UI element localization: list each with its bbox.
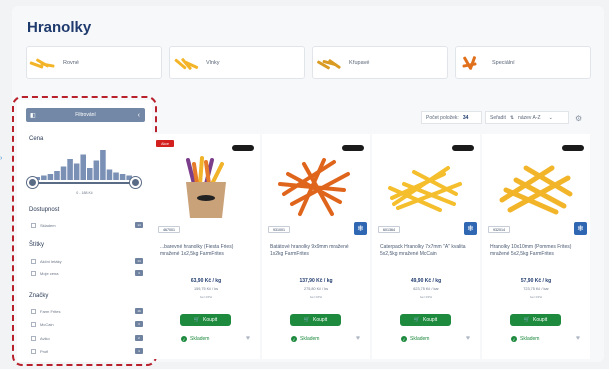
item-count-value: 34 <box>462 114 469 121</box>
product-image[interactable] <box>164 154 248 220</box>
crispy-fries-icon <box>316 56 342 70</box>
sort-label: Seřadit <box>490 114 506 121</box>
product-price: 57,90 Kč / kg <box>520 278 552 284</box>
category-straight[interactable]: Rovné <box>26 46 162 79</box>
product-card[interactable]: Akce 467001 ...barevné hranolky (Fiesta … <box>152 134 260 359</box>
buy-label: Koupit <box>533 317 548 323</box>
brand-logo <box>452 145 474 151</box>
page-title: Hranolky <box>27 19 92 36</box>
product-card[interactable]: 932014 ❄ Hranolky 10x10mm (Pommes Frites… <box>482 134 590 359</box>
sale-badge: Akce <box>156 140 174 147</box>
product-unit-price: 623,75 Kč / kar <box>413 287 439 291</box>
heart-icon[interactable]: ♥ <box>356 335 360 342</box>
product-price: 137,90 Kč / kg <box>299 278 333 284</box>
product-unit-price: 275,80 Kč / ks <box>303 287 329 291</box>
special-fries-icon <box>462 55 482 70</box>
stock-label: Skladem <box>410 336 430 342</box>
buy-button[interactable]: 🛒 Koupit <box>180 314 231 326</box>
stock-label: Skladem <box>520 336 540 342</box>
check-icon: ✓ <box>181 336 187 342</box>
sort-value: název A-Z <box>518 114 541 121</box>
stock-label: Skladem <box>300 336 320 342</box>
category-special[interactable]: Speciální <box>455 46 591 79</box>
product-card[interactable]: 601364 ❄ Caterpack Hranolky 7x7mm "A" kv… <box>372 134 480 359</box>
item-count-label: Počet položek: <box>426 114 459 121</box>
check-icon: ✓ <box>511 336 517 342</box>
category-label: Vlnky <box>206 59 220 66</box>
category-strip: Rovné Vlnky Křupavé Speciální <box>26 46 591 79</box>
cart-icon: 🛒 <box>523 317 531 323</box>
category-wavy[interactable]: Vlnky <box>169 46 305 79</box>
frozen-icon: ❄ <box>464 222 477 235</box>
stock-status: ✓ Skladem <box>511 336 539 342</box>
check-icon: ✓ <box>401 336 407 342</box>
buy-button[interactable]: 🛒 Koupit <box>510 314 561 326</box>
vat-note: bez DPH <box>529 295 542 299</box>
category-label: Křupavé <box>349 59 370 66</box>
product-card[interactable]: 931001 ❄ Batátové hranolky 9x9mm mražené… <box>262 134 370 359</box>
page: Hranolky Rovné Vlnky Křupavé Speciální ◧… <box>0 0 609 369</box>
brand-logo <box>342 145 364 151</box>
stock-status: ✓ Skladem <box>181 336 209 342</box>
vat-note: bez DPH <box>419 295 432 299</box>
check-icon: ✓ <box>291 336 297 342</box>
category-label: Speciální <box>492 59 515 66</box>
buy-label: Koupit <box>203 317 218 323</box>
highlight-outline <box>12 96 157 366</box>
brand-logo <box>232 145 254 151</box>
product-unit-price: 159,75 Kč / ks <box>193 287 219 291</box>
stock-label: Skladem <box>190 336 210 342</box>
gear-icon[interactable]: ⚙ <box>575 112 582 125</box>
vat-note: bez DPH <box>199 295 212 299</box>
product-price: 49,90 Kč / kg <box>410 278 442 284</box>
product-name[interactable]: ...barevné hranolky (Fiesta Fries) mraže… <box>160 244 252 257</box>
category-crispy[interactable]: Křupavé <box>312 46 448 79</box>
heart-icon[interactable]: ♥ <box>466 335 470 342</box>
cart-icon: 🛒 <box>303 317 311 323</box>
vat-note: bez DPH <box>309 295 322 299</box>
sort-icon: ⇅ <box>509 114 515 121</box>
buy-button[interactable]: 🛒 Koupit <box>400 314 451 326</box>
wavy-fries-icon <box>174 56 199 70</box>
product-price: 63,90 Kč / kg <box>190 278 222 284</box>
stock-status: ✓ Skladem <box>401 336 429 342</box>
heart-icon[interactable]: ♥ <box>246 335 250 342</box>
category-label: Rovné <box>63 59 79 66</box>
frozen-icon: ❄ <box>574 222 587 235</box>
straight-fries-icon <box>29 56 55 70</box>
stock-status: ✓ Skladem <box>291 336 319 342</box>
frozen-icon: ❄ <box>354 222 367 235</box>
product-image[interactable] <box>274 154 358 220</box>
item-count: Počet položek: 34 <box>421 111 482 124</box>
buy-label: Koupit <box>423 317 438 323</box>
buy-button[interactable]: 🛒 Koupit <box>290 314 341 326</box>
chevron-right-icon: › <box>0 155 3 162</box>
cart-icon: 🛒 <box>413 317 421 323</box>
product-unit-price: 723,75 Kč / kar <box>523 287 549 291</box>
product-name[interactable]: Caterpack Hranolky 7x7mm "A" kvalita 5x2… <box>380 244 472 257</box>
brand-logo <box>562 145 584 151</box>
sort-select[interactable]: Seřadit ⇅ název A-Z ⌄ <box>485 111 569 124</box>
product-image[interactable] <box>494 154 578 220</box>
product-name[interactable]: Hranolky 10x10mm (Pommes Frites) mražené… <box>490 244 582 257</box>
buy-label: Koupit <box>313 317 328 323</box>
cart-icon: 🛒 <box>193 317 201 323</box>
chevron-down-icon: ⌄ <box>548 114 553 121</box>
product-code: 467001 <box>158 226 180 233</box>
product-code: 601364 <box>378 226 400 233</box>
product-name[interactable]: Batátové hranolky 9x9mm mražené 1x2kg Fa… <box>270 244 362 257</box>
product-code: 931001 <box>268 226 290 233</box>
product-image[interactable] <box>384 154 468 220</box>
product-code: 932014 <box>488 226 510 233</box>
heart-icon[interactable]: ♥ <box>576 335 580 342</box>
